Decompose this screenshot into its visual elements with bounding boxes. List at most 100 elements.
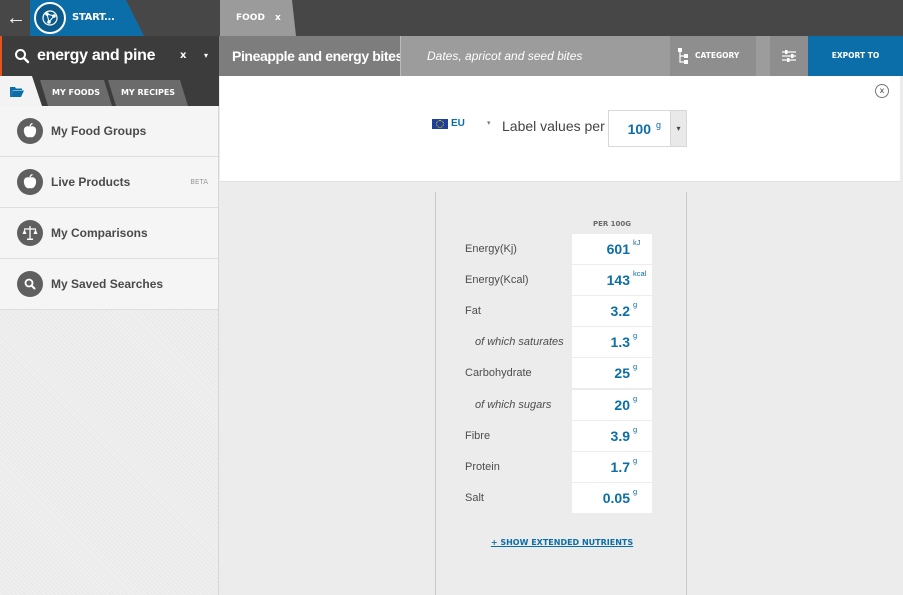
apple-icon [17,169,43,195]
search-input[interactable] [37,43,177,69]
nutrient-unit: g [633,300,638,310]
sidebar-item-label: My Saved Searches [51,277,164,291]
close-panel-button[interactable]: x [875,84,889,98]
nutrient-name: Fibre [465,429,491,442]
beta-badge: BETA [190,178,208,186]
search-dropdown-icon[interactable]: ▾ [204,36,208,76]
nutrient-row: Carbohydrate 25 g [436,358,688,389]
per-amount-dropdown-icon[interactable]: ▾ [670,111,686,146]
start-tab[interactable]: START... [30,0,144,36]
food-title-primary[interactable]: Pineapple and energy bites [219,36,401,76]
nutrient-value-cell: 601 kJ [572,234,652,264]
nutrient-value: 601 [606,241,630,257]
nutrient-unit: g [633,424,638,434]
nutrient-value-cell: 1.7 g [572,451,652,482]
scales-icon [17,220,43,246]
nutrient-row: of which sugars 20 g [436,389,688,421]
nutrient-name: of which saturates [475,336,564,349]
tab-food-label: FOOD [236,13,265,23]
nutrient-unit: kJ [633,238,641,247]
nutrient-name: Carbohydrate [465,367,532,380]
nutrient-name: Fat [465,305,481,318]
nutrient-row: Protein 1.7 g [436,451,688,483]
sidebar-item-live-products[interactable]: Live Products BETA [0,157,218,208]
settings-button[interactable] [770,36,808,76]
sidebar-item-my-comparisons[interactable]: My Comparisons [0,208,218,259]
sidebar-item-label: My Comparisons [51,226,148,240]
search-icon [17,271,43,297]
sidebar-item-label: My Food Groups [51,124,147,138]
nutrient-value: 1.3 [610,334,630,351]
category-tree-icon [678,48,688,64]
nutrient-value-cell: 25 g [572,358,652,389]
nutrient-value-cell: 0.05 g [572,482,652,513]
search-icon [14,48,30,69]
nutrient-unit: g [633,331,638,341]
tab-food[interactable]: FOOD x [220,0,296,36]
nutrient-value: 25 [614,365,630,382]
label-values-per-text: Label values per [502,118,605,134]
nutrient-unit: g [633,486,638,496]
sidebar-tabs: MY FOODS MY RECIPES [0,76,219,106]
start-tab-label: START... [72,12,115,23]
nutrient-row: of which saturates 1.3 g [436,327,688,358]
nutrient-name: of which sugars [475,398,552,411]
per-amount-select[interactable]: 100 g ▾ [608,110,687,147]
nutrient-unit: kcal [633,269,647,279]
nutrient-unit: g [633,393,638,403]
nutrient-unit: g [633,455,638,465]
sliders-icon [782,50,796,62]
per-amount-unit: g [656,120,662,130]
nutrient-name: Energy(Kj) [465,243,517,255]
export-button[interactable]: EXPORT TO [808,36,903,76]
show-extended-nutrients-link[interactable]: + SHOW EXTENDED NUTRIENTS [436,538,688,547]
nutrient-value-cell: 3.9 g [572,420,652,451]
sidebar-item-label: Live Products [51,175,131,189]
nutrient-value: 0.05 [602,489,630,506]
tab-folder[interactable] [0,76,42,106]
nutrient-value-cell: 1.3 g [572,327,652,358]
nutrient-name: Salt [465,491,484,504]
nutrient-row: Fat 3.2 g [436,296,688,327]
nutrient-value-cell: 3.2 g [572,296,652,327]
region-dropdown-icon: ▾ [487,120,491,127]
apple-icon [17,118,43,144]
sidebar-item-my-food-groups[interactable]: My Food Groups [0,106,218,157]
region-code: EU [451,118,465,129]
nutrient-value-cell: 143 kcal [572,265,652,296]
nutrient-value: 143 [606,272,630,289]
per-amount-value: 100 [627,121,651,137]
nutrient-row: Fibre 3.9 g [436,420,688,452]
category-button[interactable]: CATEGORY [670,36,756,76]
category-button-label: CATEGORY [695,51,740,60]
back-arrow-icon[interactable]: ← [0,0,32,36]
tab-my-foods[interactable]: MY FOODS [40,80,112,106]
network-logo-icon [34,2,66,34]
region-select[interactable]: EU ▾ [432,116,496,132]
tab-my-recipes[interactable]: MY RECIPES [108,80,188,106]
nutrient-row: Energy(Kcal) 143 kcal [436,265,688,296]
per-100g-header: PER 100G [592,220,632,228]
nutrient-row: Salt 0.05 g [436,482,688,514]
search-clear-button[interactable]: x [180,36,186,76]
sidebar-item-my-saved-searches[interactable]: My Saved Searches [0,259,218,310]
nutrient-row: Energy(Kj) 601 kJ [436,234,688,265]
nutrient-value: 20 [614,396,630,413]
nutrient-value-cell: 20 g [572,389,652,420]
nutrient-value: 1.7 [610,458,630,475]
nutrient-value: 3.9 [610,427,630,444]
sidebar: My Food Groups Live Products BETA My Com… [0,106,219,595]
nutrient-name: Energy(Kcal) [465,274,529,287]
label-settings-panel: x EU ▾ Label values per 100 g ▾ [220,76,900,182]
food-title-secondary[interactable]: Dates, apricot and seed bites [427,36,582,76]
top-bar: ← START... FOOD x [0,0,903,36]
nutrient-value: 3.2 [610,303,630,320]
nutrition-label: PER 100G Energy(Kj) 601 kJ Energy(Kcal) 143 k… [435,192,687,595]
food-title-bar: Pineapple and energy bites Dates, aprico… [219,36,903,76]
eu-flag-icon [432,119,448,129]
nutrient-name: Protein [465,460,500,473]
folder-open-icon [10,87,24,97]
tab-food-close-button[interactable]: x [275,0,281,36]
search-bar: x ▾ [0,36,219,76]
nutrient-unit: g [633,362,638,372]
